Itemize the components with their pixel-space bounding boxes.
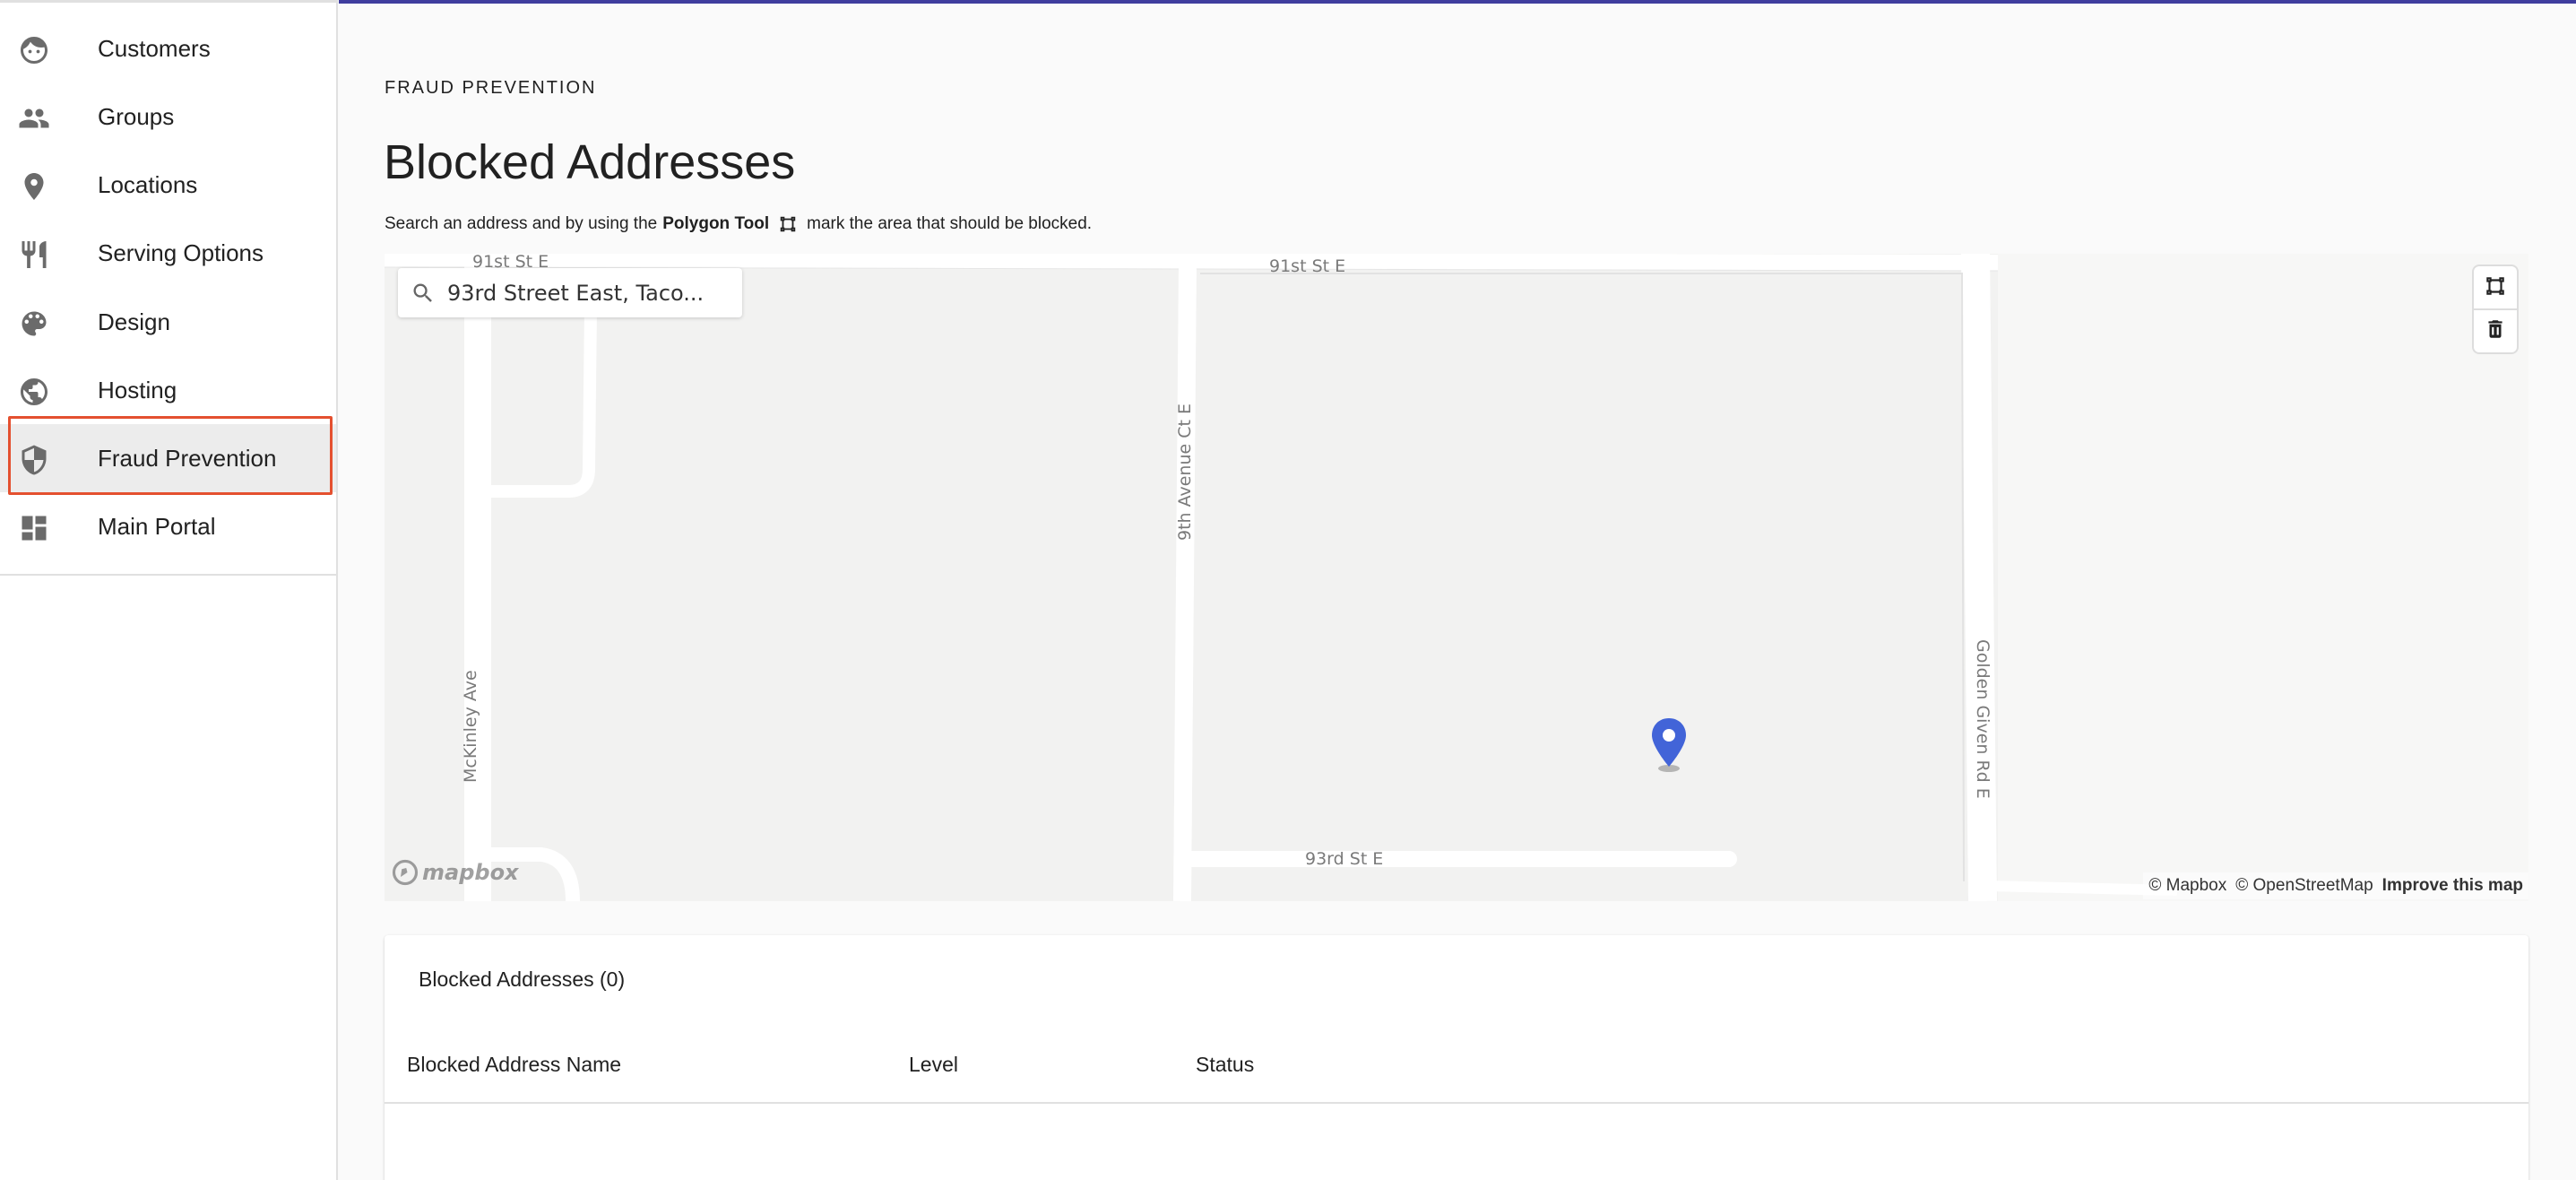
sidebar-item-label: Design bbox=[98, 308, 170, 335]
sidebar-item-label: Fraud Prevention bbox=[98, 445, 277, 472]
trash-icon bbox=[2484, 317, 2507, 345]
map-draw-controls bbox=[2474, 266, 2517, 352]
map-search-box[interactable] bbox=[398, 268, 742, 317]
road-label-golden-given: Golden Given Rd E bbox=[1973, 639, 1993, 799]
attribution-mapbox-link[interactable]: © Mapbox bbox=[2148, 876, 2226, 896]
sidebar-item-label: Groups bbox=[98, 103, 175, 130]
globe-icon bbox=[18, 376, 50, 408]
polygon-tool-button[interactable] bbox=[2474, 266, 2517, 309]
palette-icon bbox=[18, 308, 50, 340]
improve-map-link[interactable]: Improve this map bbox=[2382, 876, 2523, 896]
attribution-osm-link[interactable]: © OpenStreetMap bbox=[2235, 876, 2373, 896]
dashboard-icon bbox=[18, 512, 50, 544]
top-accent-bar bbox=[339, 0, 2576, 4]
table-header-divider bbox=[385, 1102, 2528, 1104]
sidebar-item-label: Serving Options bbox=[98, 239, 264, 266]
polygon-tool-icon bbox=[2484, 274, 2507, 302]
road-label-mckinley: McKinley Ave bbox=[461, 670, 480, 783]
sidebar-item-main-portal[interactable]: Main Portal bbox=[0, 492, 336, 560]
sidebar-top-divider bbox=[0, 0, 338, 3]
sidebar-item-label: Hosting bbox=[98, 377, 177, 403]
blocked-addresses-table: Blocked Addresses (0) Blocked Address Na… bbox=[385, 935, 2528, 1180]
polygon-tool-icon bbox=[778, 214, 798, 234]
instructions-text-after: mark the area that should be blocked. bbox=[807, 214, 1093, 233]
sidebar-divider bbox=[0, 574, 338, 576]
sidebar-item-serving-options[interactable]: Serving Options bbox=[0, 219, 336, 287]
column-header-status[interactable]: Status bbox=[1196, 1053, 1254, 1077]
mapbox-logo-icon bbox=[392, 859, 419, 886]
fork-knife-icon bbox=[18, 239, 50, 271]
column-header-level[interactable]: Level bbox=[909, 1053, 958, 1077]
sidebar-item-label: Main Portal bbox=[98, 513, 216, 540]
sidebar: Customers Groups Locations Serving Optio… bbox=[0, 0, 338, 1180]
map-canvas[interactable]: 91st St E 91st St E 9th Avenue Ct E McKi… bbox=[385, 254, 2528, 901]
sidebar-item-label: Locations bbox=[98, 171, 198, 198]
people-icon bbox=[18, 102, 50, 134]
map-location-marker[interactable] bbox=[1648, 716, 1690, 774]
location-pin-icon bbox=[18, 170, 50, 203]
road-label-93rd: 93rd St E bbox=[1305, 849, 1384, 869]
page-instructions: Search an address and by using the Polyg… bbox=[385, 214, 1092, 234]
sidebar-item-groups[interactable]: Groups bbox=[0, 82, 336, 151]
delete-shape-button[interactable] bbox=[2474, 309, 2517, 352]
mapbox-logo[interactable]: mapbox bbox=[392, 857, 519, 888]
instructions-tool-name: Polygon Tool bbox=[662, 214, 770, 233]
sidebar-item-hosting[interactable]: Hosting bbox=[0, 356, 336, 424]
sidebar-item-customers[interactable]: Customers bbox=[0, 14, 336, 82]
map-search-input[interactable] bbox=[447, 268, 734, 317]
map-roads-layer bbox=[385, 254, 2528, 901]
instructions-text-before: Search an address and by using the bbox=[385, 214, 658, 233]
search-icon bbox=[411, 281, 436, 306]
main-content: FRAUD PREVENTION Blocked Addresses Searc… bbox=[339, 0, 2576, 1180]
column-header-name[interactable]: Blocked Address Name bbox=[407, 1053, 621, 1077]
sidebar-item-fraud-prevention[interactable]: Fraud Prevention bbox=[0, 424, 336, 492]
shield-icon bbox=[18, 444, 50, 476]
map-attribution: © Mapbox © OpenStreetMap Improve this ma… bbox=[2143, 872, 2528, 899]
road-label-9th-avenue: 9th Avenue Ct E bbox=[1175, 403, 1195, 541]
mapbox-logo-text: mapbox bbox=[422, 860, 519, 885]
page-title: Blocked Addresses bbox=[384, 135, 796, 189]
sidebar-item-design[interactable]: Design bbox=[0, 288, 336, 356]
sidebar-item-label: Customers bbox=[98, 35, 211, 62]
face-icon bbox=[18, 34, 50, 66]
sidebar-item-locations[interactable]: Locations bbox=[0, 151, 336, 219]
road-label-91st-right: 91st St E bbox=[1269, 256, 1346, 276]
table-title: Blocked Addresses (0) bbox=[419, 967, 626, 991]
page-overline: FRAUD PREVENTION bbox=[385, 78, 597, 98]
